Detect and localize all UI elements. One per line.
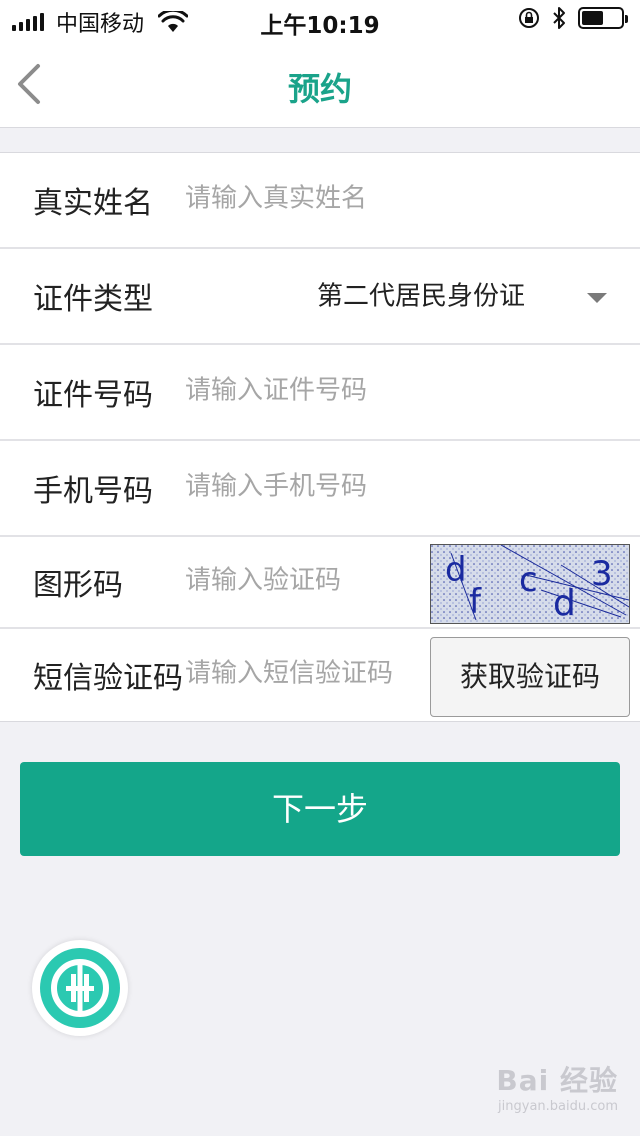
watermark-sub: jingyan.baidu.com <box>498 1099 618 1114</box>
orientation-lock-icon <box>519 8 539 28</box>
id-type-select[interactable]: 第二代居民身份证 <box>317 276 525 313</box>
captcha-char: d <box>445 550 467 590</box>
id-number-row: 证件号码 <box>0 345 640 441</box>
battery-fill <box>582 11 603 25</box>
captcha-input[interactable] <box>185 565 415 596</box>
name-row: 真实姓名 <box>0 153 640 249</box>
phone-label: 手机号码 <box>33 474 153 509</box>
name-input[interactable] <box>185 183 605 214</box>
status-right <box>518 6 628 30</box>
captcha-label: 图形码 <box>33 568 123 603</box>
watermark: Bai 经验 jingyan.baidu.com <box>496 1059 618 1114</box>
phone-input[interactable] <box>185 471 605 502</box>
captcha-char: f <box>469 582 482 622</box>
phone-row: 手机号码 <box>0 441 640 537</box>
next-step-button[interactable]: 下一步 <box>20 762 620 856</box>
sms-label: 短信验证码 <box>33 661 183 696</box>
bluetooth-icon <box>553 7 565 29</box>
get-sms-code-button[interactable]: 获取验证码 <box>430 637 630 717</box>
battery-icon <box>578 7 628 29</box>
page-title: 预约 <box>287 70 352 108</box>
captcha-char: d <box>553 583 576 623</box>
id-type-label: 证件类型 <box>33 282 153 317</box>
floating-logo-button[interactable] <box>32 940 128 1036</box>
sms-code-input[interactable] <box>185 658 415 689</box>
dropdown-arrow-icon[interactable] <box>587 293 607 303</box>
captcha-char: 3 <box>591 554 613 594</box>
captcha-image[interactable]: dfcd3 <box>430 544 630 624</box>
sms-row: 短信验证码 获取验证码 <box>0 629 640 721</box>
captcha-char: c <box>519 560 538 600</box>
id-number-input[interactable] <box>185 375 605 406</box>
watermark-main: Bai 经验 <box>496 1064 618 1097</box>
name-label: 真实姓名 <box>33 186 153 221</box>
bank-logo-icon <box>40 948 120 1028</box>
id-type-row[interactable]: 证件类型 第二代居民身份证 <box>0 249 640 345</box>
nav-bar: 预约 <box>0 40 640 128</box>
id-number-label: 证件号码 <box>33 378 153 413</box>
reservation-form: 真实姓名 证件类型 第二代居民身份证 证件号码 手机号码 图形码 <box>0 152 640 722</box>
captcha-row: 图形码 dfcd3 <box>0 537 640 629</box>
status-bar: 中国移动 上午10:19 <box>0 0 640 40</box>
